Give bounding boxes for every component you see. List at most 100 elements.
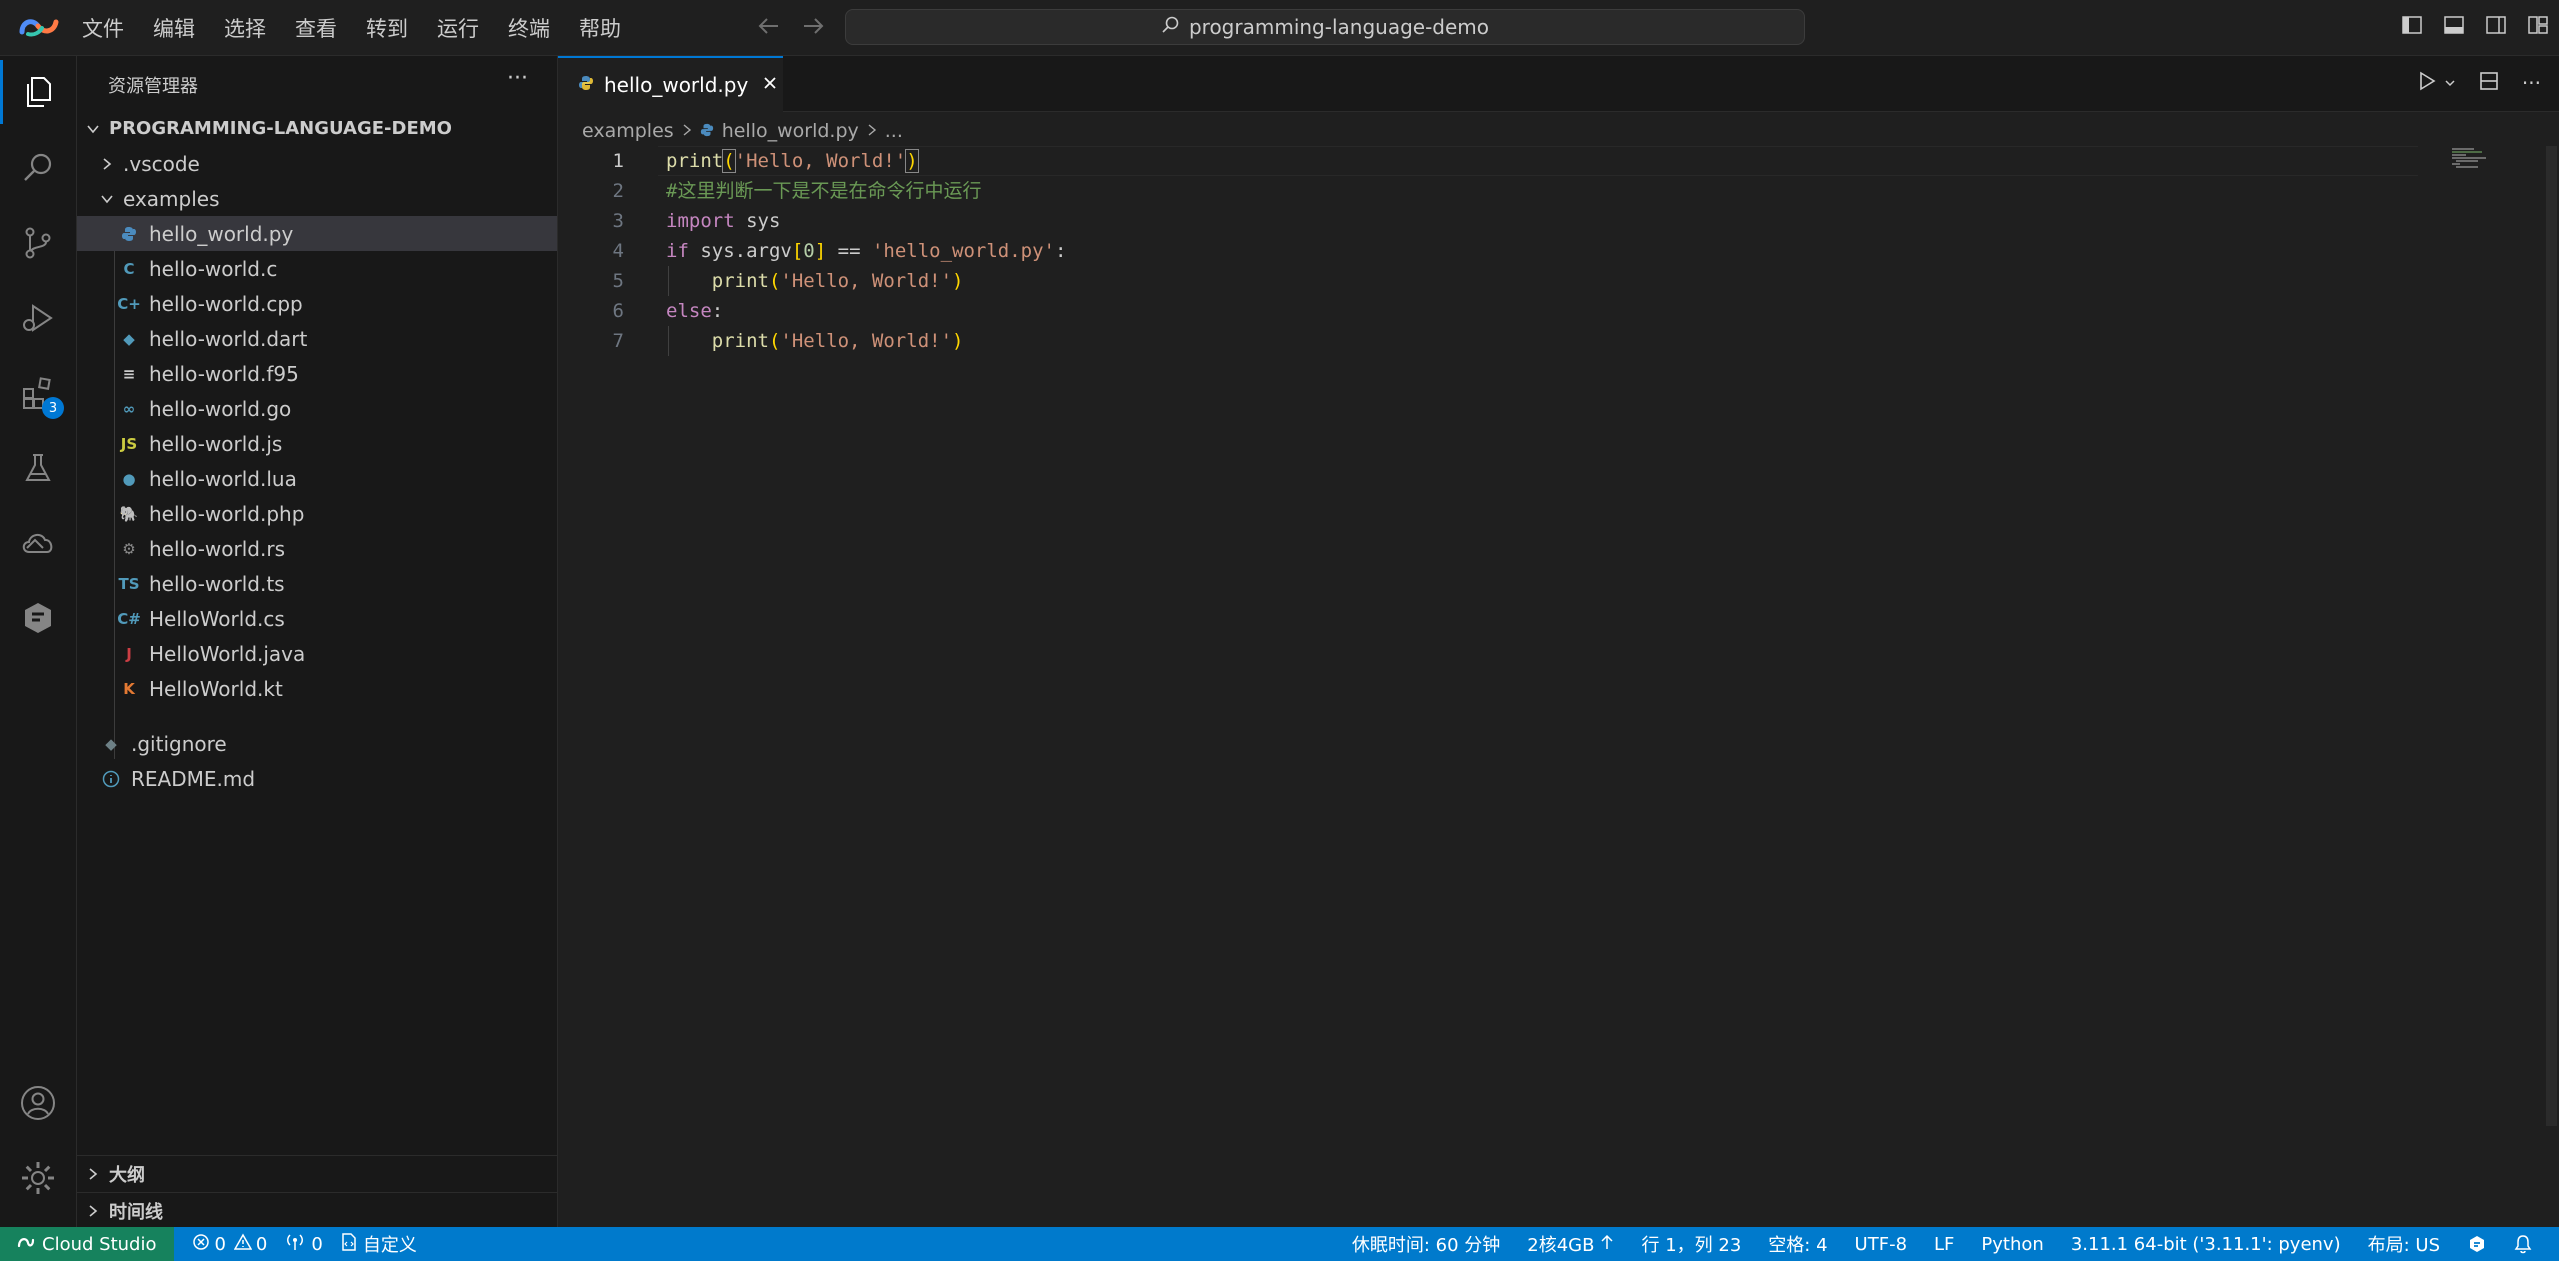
remote-indicator[interactable]: Cloud Studio xyxy=(0,1227,175,1261)
breadcrumb-symbol[interactable]: ... xyxy=(885,120,903,142)
outline-section[interactable]: 大纲 xyxy=(77,1156,557,1192)
code-token: ( xyxy=(722,149,736,173)
file-item[interactable]: C+ hello-world.cpp xyxy=(77,286,557,321)
file-item[interactable]: C# HelloWorld.cs xyxy=(77,601,557,636)
file-item[interactable]: hello_world.py xyxy=(77,216,557,251)
dart-icon: ◆ xyxy=(123,329,135,348)
folder-vscode[interactable]: .vscode xyxy=(77,146,557,181)
menu-selection[interactable]: 选择 xyxy=(224,13,266,43)
problems-indicator[interactable]: 0 0 xyxy=(192,1232,267,1256)
file-item[interactable]: K HelloWorld.kt xyxy=(77,671,557,706)
folder-label: examples xyxy=(123,186,220,211)
file-item[interactable]: J HelloWorld.java xyxy=(77,636,557,671)
menu-go[interactable]: 转到 xyxy=(366,13,408,43)
toggle-primary-sidebar-icon[interactable] xyxy=(2400,13,2424,41)
ports-indicator[interactable]: 0 xyxy=(285,1233,323,1256)
vertical-scrollbar[interactable] xyxy=(2544,146,2559,1227)
menu-view[interactable]: 查看 xyxy=(295,13,337,43)
notifications-bell-icon[interactable] xyxy=(2514,1234,2532,1254)
file-item[interactable]: TS hello-world.ts xyxy=(77,566,557,601)
file-item[interactable]: ∞ hello-world.go xyxy=(77,391,557,426)
file-readme[interactable]: README.md xyxy=(77,761,557,796)
file-gitignore[interactable]: ◆ .gitignore xyxy=(77,726,557,761)
keyboard-layout[interactable]: 布局: US xyxy=(2368,1231,2440,1257)
file-item[interactable]: Chello-world.c xyxy=(77,251,557,286)
java-icon: J xyxy=(126,644,132,663)
kotlin-icon: K xyxy=(123,679,135,698)
encoding[interactable]: UTF-8 xyxy=(1855,1234,1907,1255)
python-interpreter[interactable]: 3.11.1 64-bit ('3.11.1': pyenv) xyxy=(2071,1234,2341,1255)
line-number: 7 xyxy=(612,330,624,352)
forward-arrow-icon[interactable] xyxy=(800,13,826,43)
machine-spec-label: 2核4GB xyxy=(1527,1235,1595,1256)
more-actions-icon[interactable]: ··· xyxy=(2522,71,2541,95)
remote-label: Cloud Studio xyxy=(42,1233,157,1255)
minimap[interactable] xyxy=(2424,146,2544,176)
remote-link-icon xyxy=(16,1234,36,1255)
copilot-icon[interactable] xyxy=(2467,1234,2487,1254)
testing-icon[interactable] xyxy=(16,446,60,490)
toggle-secondary-sidebar-icon[interactable] xyxy=(2484,13,2508,41)
run-and-debug-icon[interactable] xyxy=(16,296,60,340)
folder-examples[interactable]: examples xyxy=(77,181,557,216)
language-mode[interactable]: Python xyxy=(1981,1234,2043,1255)
accounts-icon[interactable] xyxy=(16,1081,60,1125)
code-line: else: xyxy=(666,296,723,326)
file-item[interactable]: ◆ hello-world.dart xyxy=(77,321,557,356)
split-editor-icon[interactable] xyxy=(2478,70,2500,96)
tab-hello-world-py[interactable]: hello_world.py xyxy=(558,56,783,112)
source-control-icon[interactable] xyxy=(16,221,60,265)
file-item[interactable]: ● hello-world.lua xyxy=(77,461,557,496)
customize-layout-icon[interactable] xyxy=(2526,13,2550,41)
back-arrow-icon[interactable] xyxy=(756,13,782,43)
end-of-line[interactable]: LF xyxy=(1934,1234,1954,1255)
chevron-down-icon[interactable] xyxy=(2444,74,2456,93)
manage-gear-icon[interactable] xyxy=(16,1156,60,1200)
file-label: hello-world.lua xyxy=(149,466,297,491)
editor-area: hello_world.py ··· examples hello_world.… xyxy=(558,56,2559,1227)
search-icon[interactable] xyxy=(16,146,60,190)
menu-edit[interactable]: 编辑 xyxy=(153,13,195,43)
folder-label: .vscode xyxy=(123,151,200,176)
code-token: 0 xyxy=(803,240,815,262)
file-label: hello-world.rs xyxy=(149,536,285,561)
chevron-down-icon xyxy=(99,191,115,207)
scrollbar-thumb[interactable] xyxy=(2546,146,2557,1126)
javascript-icon: JS xyxy=(120,434,138,453)
explorer-icon[interactable] xyxy=(0,60,60,124)
menu-help[interactable]: 帮助 xyxy=(579,13,621,43)
more-actions-icon[interactable]: ··· xyxy=(507,66,528,91)
file-item[interactable]: ≡ hello-world.f95 xyxy=(77,356,557,391)
codebuddy-icon[interactable] xyxy=(16,596,60,640)
command-center-search[interactable]: programming-language-demo xyxy=(845,9,1805,45)
line-number: 3 xyxy=(612,210,624,232)
chevron-right-icon xyxy=(85,1203,101,1219)
current-line-highlight xyxy=(658,146,2418,176)
cursor-position[interactable]: 行 1，列 23 xyxy=(1641,1231,1741,1257)
timeline-section[interactable]: 时间线 xyxy=(77,1192,557,1228)
extensions-icon[interactable]: 3 xyxy=(16,371,64,419)
customize-item[interactable]: 自定义 xyxy=(341,1231,417,1257)
toggle-panel-icon[interactable] xyxy=(2442,13,2466,41)
breadcrumb-folder[interactable]: examples xyxy=(582,120,674,142)
menu-run[interactable]: 运行 xyxy=(437,13,479,43)
menu-file[interactable]: 文件 xyxy=(82,13,124,43)
menu-terminal[interactable]: 终端 xyxy=(508,13,550,43)
breadcrumb-file[interactable]: hello_world.py xyxy=(722,120,859,142)
run-python-file-icon[interactable] xyxy=(2416,70,2438,96)
file-item[interactable]: JS hello-world.js xyxy=(77,426,557,461)
code-token: print xyxy=(711,270,769,292)
sleep-timer[interactable]: 休眠时间: 60 分钟 xyxy=(1352,1231,1500,1257)
file-item[interactable]: 🐘 hello-world.php xyxy=(77,496,557,531)
code-line: if sys.argv[0] == 'hello_world.py': xyxy=(666,236,1066,266)
workspace-root[interactable]: PROGRAMMING-LANGUAGE-DEMO xyxy=(77,111,557,146)
close-icon[interactable] xyxy=(762,75,778,95)
file-label: hello-world.ts xyxy=(149,571,285,596)
machine-spec[interactable]: 2核4GB xyxy=(1527,1231,1614,1257)
file-item[interactable]: ⚙ hello-world.rs xyxy=(77,531,557,566)
cloud-icon[interactable] xyxy=(16,521,60,565)
command-center-label: programming-language-demo xyxy=(1188,15,1490,39)
code-token: ] xyxy=(814,240,827,262)
indentation[interactable]: 空格: 4 xyxy=(1768,1231,1827,1257)
